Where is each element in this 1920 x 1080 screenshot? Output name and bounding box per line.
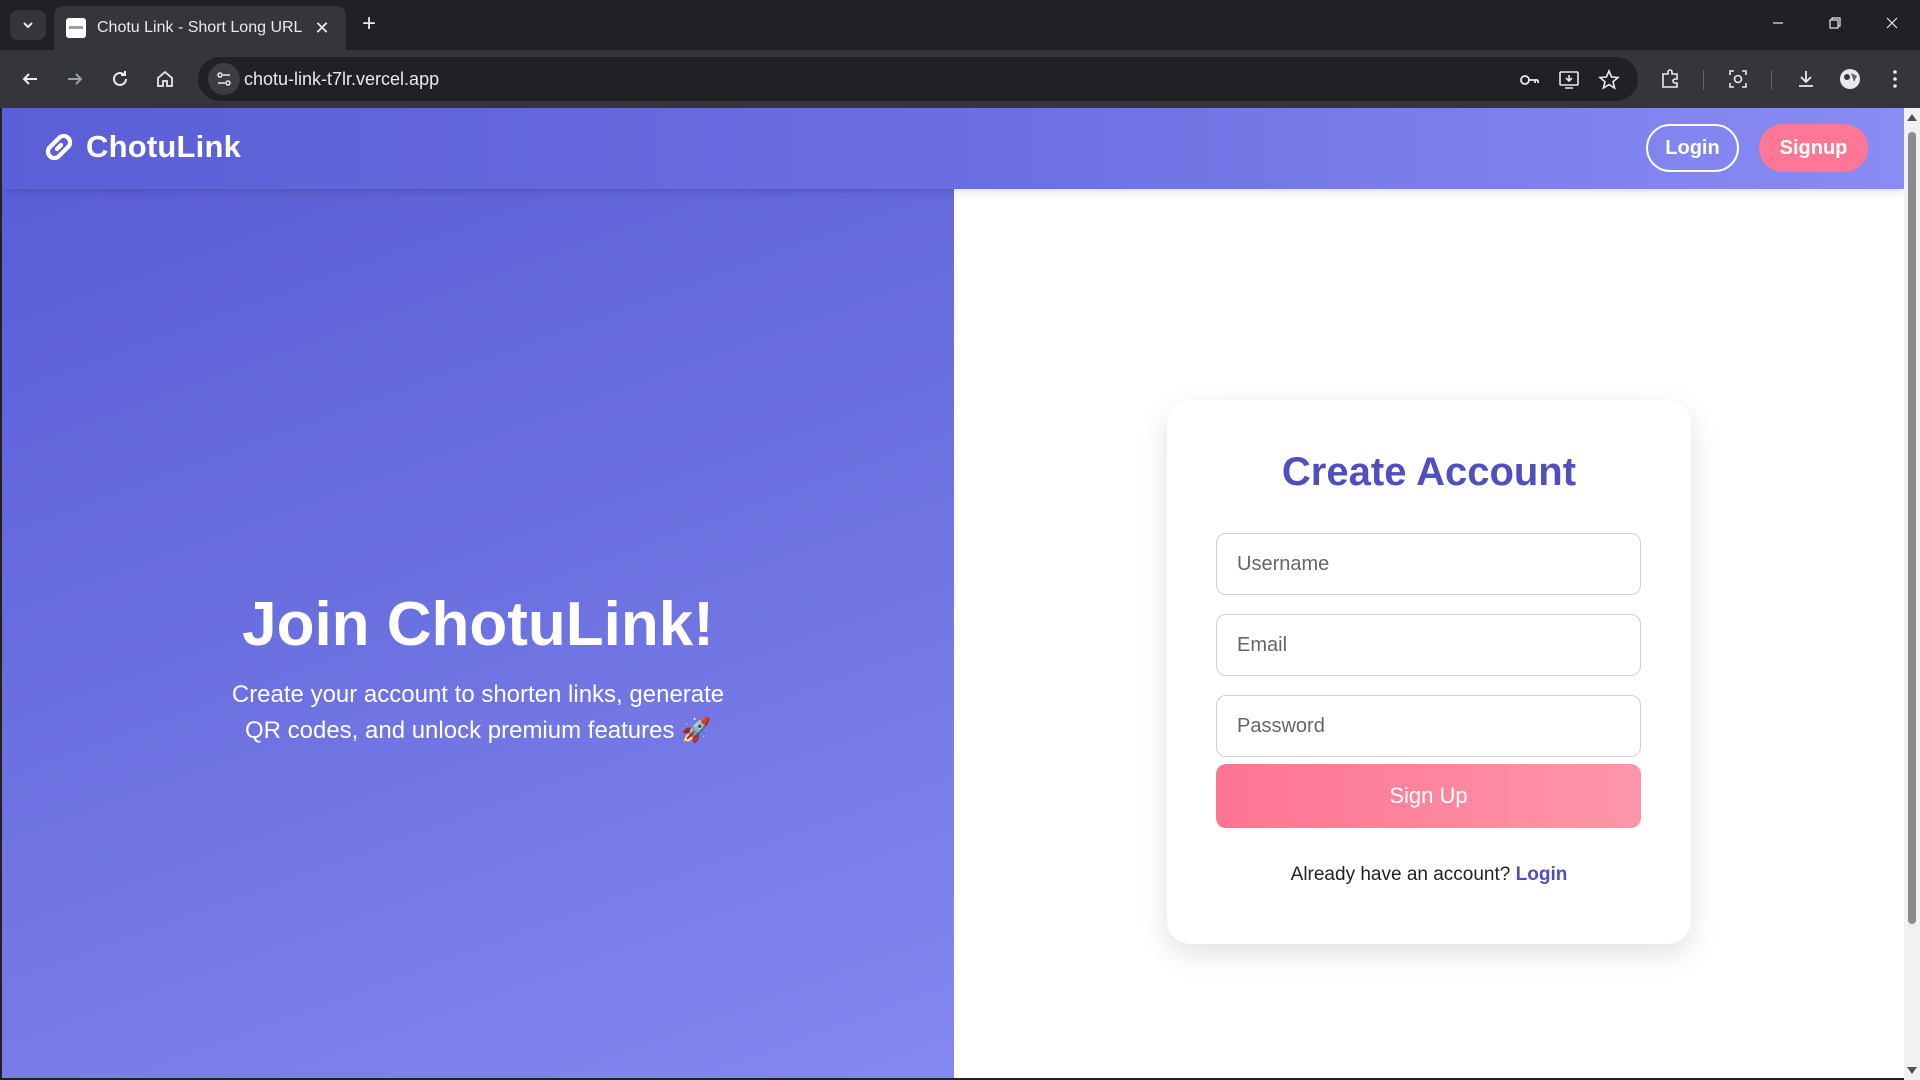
- signup-card: Create Account Sign Up Already have an a…: [1167, 400, 1691, 944]
- header-signup-button[interactable]: Signup: [1759, 124, 1868, 172]
- window-controls: [1749, 0, 1920, 50]
- scrollbar-thumb[interactable]: [1908, 132, 1916, 924]
- browser-tab[interactable]: Chotu Link - Short Long URL ✕: [54, 6, 346, 50]
- home-icon: [157, 70, 173, 87]
- browser-toolbar: chotu-link-t7lr.vercel.app: [0, 50, 1920, 108]
- login-link[interactable]: Login: [1516, 864, 1568, 885]
- scroll-down-arrow-icon[interactable]: [1907, 1067, 1917, 1074]
- tab-title: Chotu Link - Short Long URL: [97, 19, 303, 36]
- new-tab-button[interactable]: +: [356, 12, 382, 38]
- tune-icon: [217, 72, 231, 86]
- minimize-icon: [1772, 22, 1783, 24]
- page-scrollbar[interactable]: [1904, 108, 1920, 1080]
- password-key-icon[interactable]: [1516, 67, 1542, 93]
- brand-logo[interactable]: ChotuLink: [40, 128, 241, 166]
- site-info-button[interactable]: [208, 63, 240, 95]
- login-prompt: Already have an account? Login: [1167, 864, 1691, 886]
- hero-panel: Join ChotuLink! Create your account to s…: [2, 189, 954, 1078]
- site-header: ChotuLink Login Signup: [2, 108, 1904, 189]
- profile-avatar-icon[interactable]: [1835, 64, 1865, 94]
- reload-icon: [113, 71, 127, 86]
- back-button[interactable]: [13, 62, 47, 96]
- forward-button[interactable]: [58, 62, 92, 96]
- arrow-right-icon: [68, 73, 83, 85]
- extensions-icon[interactable]: [1655, 64, 1685, 94]
- header-login-button[interactable]: Login: [1646, 124, 1739, 172]
- toolbar-divider: [1703, 70, 1704, 90]
- login-prompt-text: Already have an account?: [1290, 864, 1511, 885]
- signup-submit-button[interactable]: Sign Up: [1216, 764, 1641, 828]
- password-input[interactable]: [1216, 695, 1641, 757]
- link-chain-icon: [45, 133, 73, 161]
- restore-icon: [1828, 17, 1841, 29]
- install-app-icon[interactable]: [1556, 67, 1582, 93]
- browser-tabbar: Chotu Link - Short Long URL ✕ +: [0, 0, 1920, 50]
- toolbar-divider: [1771, 70, 1772, 90]
- address-bar[interactable]: chotu-link-t7lr.vercel.app: [198, 57, 1638, 101]
- home-button[interactable]: [148, 62, 182, 96]
- form-title: Create Account: [1281, 450, 1577, 494]
- favicon-icon: [66, 18, 86, 38]
- close-icon: [1886, 17, 1897, 29]
- reload-button[interactable]: [103, 62, 137, 96]
- email-input[interactable]: [1216, 614, 1641, 676]
- username-input[interactable]: [1216, 533, 1641, 595]
- scroll-up-arrow-icon[interactable]: [1907, 114, 1917, 121]
- chevron-down-icon: [23, 22, 33, 29]
- download-icon[interactable]: [1791, 64, 1821, 94]
- minimize-button[interactable]: [1749, 0, 1806, 46]
- close-window-button[interactable]: [1863, 0, 1920, 46]
- page-viewport: ChotuLink Login Signup Join ChotuLink! C…: [2, 108, 1904, 1078]
- url-text: chotu-link-t7lr.vercel.app: [244, 69, 440, 89]
- bookmark-star-icon[interactable]: [1596, 67, 1622, 93]
- tab-close-icon[interactable]: ✕: [310, 18, 334, 39]
- menu-kebab-icon[interactable]: [1880, 64, 1910, 94]
- screenshot-icon[interactable]: [1723, 64, 1753, 94]
- restore-button[interactable]: [1806, 0, 1863, 46]
- brand-name: ChotuLink: [86, 129, 242, 164]
- hero-title: Join ChotuLink!: [242, 590, 714, 659]
- arrow-left-icon: [22, 73, 37, 85]
- tab-search-button[interactable]: [10, 10, 46, 40]
- hero-subtitle: Create your account to shorten links, ge…: [231, 681, 725, 744]
